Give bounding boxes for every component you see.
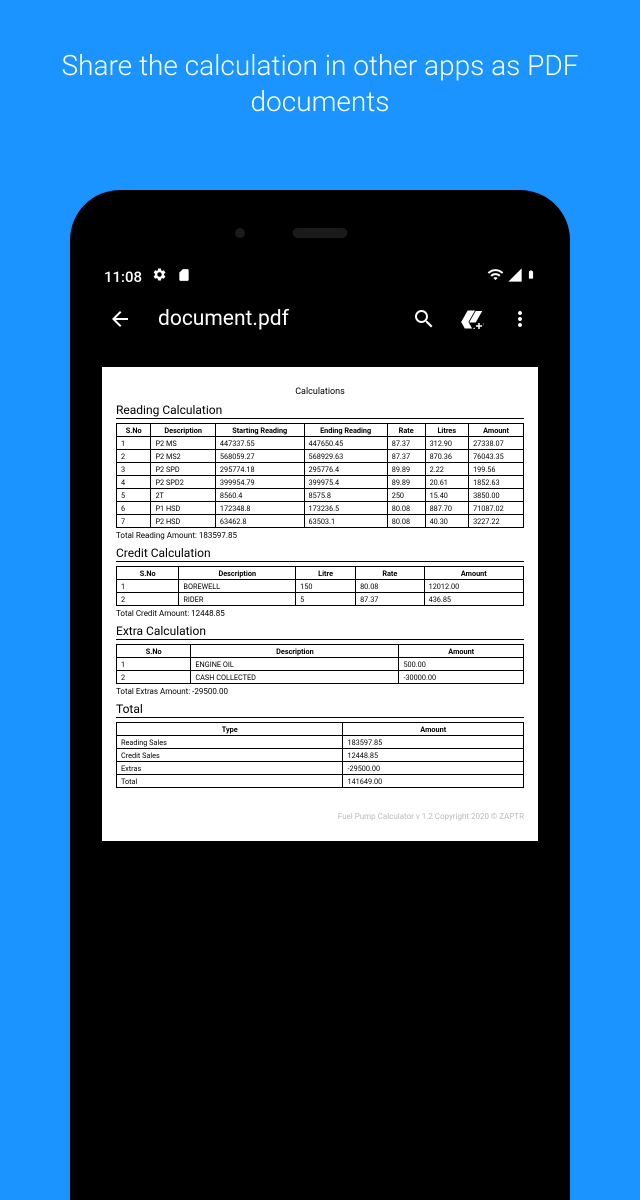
extra-heading: Extra Calculation [116,624,524,640]
phone-speaker [293,228,348,238]
reading-table: S.NoDescriptionStarting ReadingEnding Re… [116,423,524,528]
status-bar: 11:08 [92,260,548,293]
totals-table: TypeAmountReading Sales183597.85Credit S… [116,722,524,788]
pdf-title: Calculations [116,387,524,397]
battery-icon [526,266,536,287]
phone-camera [235,228,245,238]
pdf-footer: Fuel Pump Calculator v 1.2 Copyright 202… [116,812,524,821]
credit-total: Total Credit Amount: 12448.85 [116,609,524,618]
page-title: document.pdf [158,307,412,331]
promo-text: Share the calculation in other apps as P… [0,0,640,141]
extra-total: Total Extras Amount: -29500.00 [116,687,524,696]
phone-frame: 11:08 [70,190,570,1200]
totals-heading: Total [116,702,524,718]
reading-total: Total Reading Amount: 183597.85 [116,531,524,540]
reading-heading: Reading Calculation [116,403,524,419]
gear-icon [152,267,167,286]
app-bar: document.pdf [92,293,548,345]
signal-icon [507,267,523,287]
credit-heading: Credit Calculation [116,546,524,562]
sd-card-icon [177,268,191,286]
extra-table: S.NoDescriptionAmount1ENGINE OIL500.002C… [116,644,524,684]
search-button[interactable] [412,307,436,331]
wifi-icon [487,266,504,287]
screen: 11:08 [92,260,548,1200]
credit-table: S.NoDescriptionLitreRateAmount1BOREWELL1… [116,566,524,606]
status-time: 11:08 [104,268,142,286]
back-button[interactable] [108,307,132,331]
more-button[interactable] [508,307,532,331]
pdf-document[interactable]: Calculations Reading Calculation S.NoDes… [102,367,538,841]
drive-add-button[interactable] [460,307,484,331]
